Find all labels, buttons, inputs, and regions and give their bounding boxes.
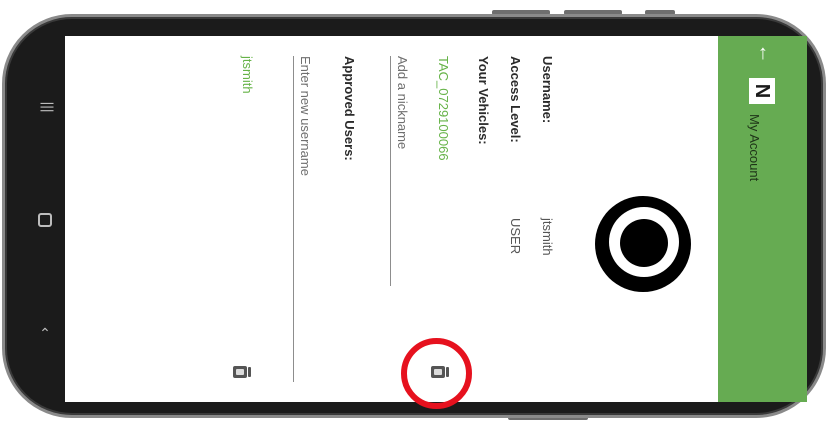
new-username-underline (293, 56, 294, 382)
highlight-ring (401, 338, 472, 409)
system-navigation-bar: ||| ⌃ (26, 40, 64, 402)
app-logo: N (749, 78, 775, 104)
page-title: My Account (747, 114, 762, 182)
vehicles-label: Your Vehicles: (476, 56, 491, 145)
nickname-input[interactable]: Add a nickname (395, 56, 410, 149)
avatar-head (620, 219, 668, 267)
back-arrow-icon[interactable]: ← (754, 44, 777, 64)
new-username-input[interactable]: Enter new username (298, 56, 313, 176)
username-value: jtsmith (540, 218, 555, 256)
recents-icon[interactable]: ||| (37, 102, 53, 113)
home-icon[interactable] (38, 213, 52, 227)
access-level-value: USER (508, 218, 523, 255)
access-level-label: Access Level: (508, 56, 523, 143)
app-header: ← N My Account (718, 36, 807, 402)
nickname-input-underline (390, 56, 391, 286)
back-chevron-icon[interactable]: ⌃ (39, 326, 51, 340)
vehicle-id-link[interactable]: TAC_0729100066 (436, 56, 451, 161)
delete-approved-user-trash-icon[interactable] (233, 365, 251, 379)
approved-user-link[interactable]: jtsmith (240, 56, 255, 94)
approved-users-label: Approved Users: (342, 56, 357, 161)
username-label: Username: (540, 56, 555, 124)
